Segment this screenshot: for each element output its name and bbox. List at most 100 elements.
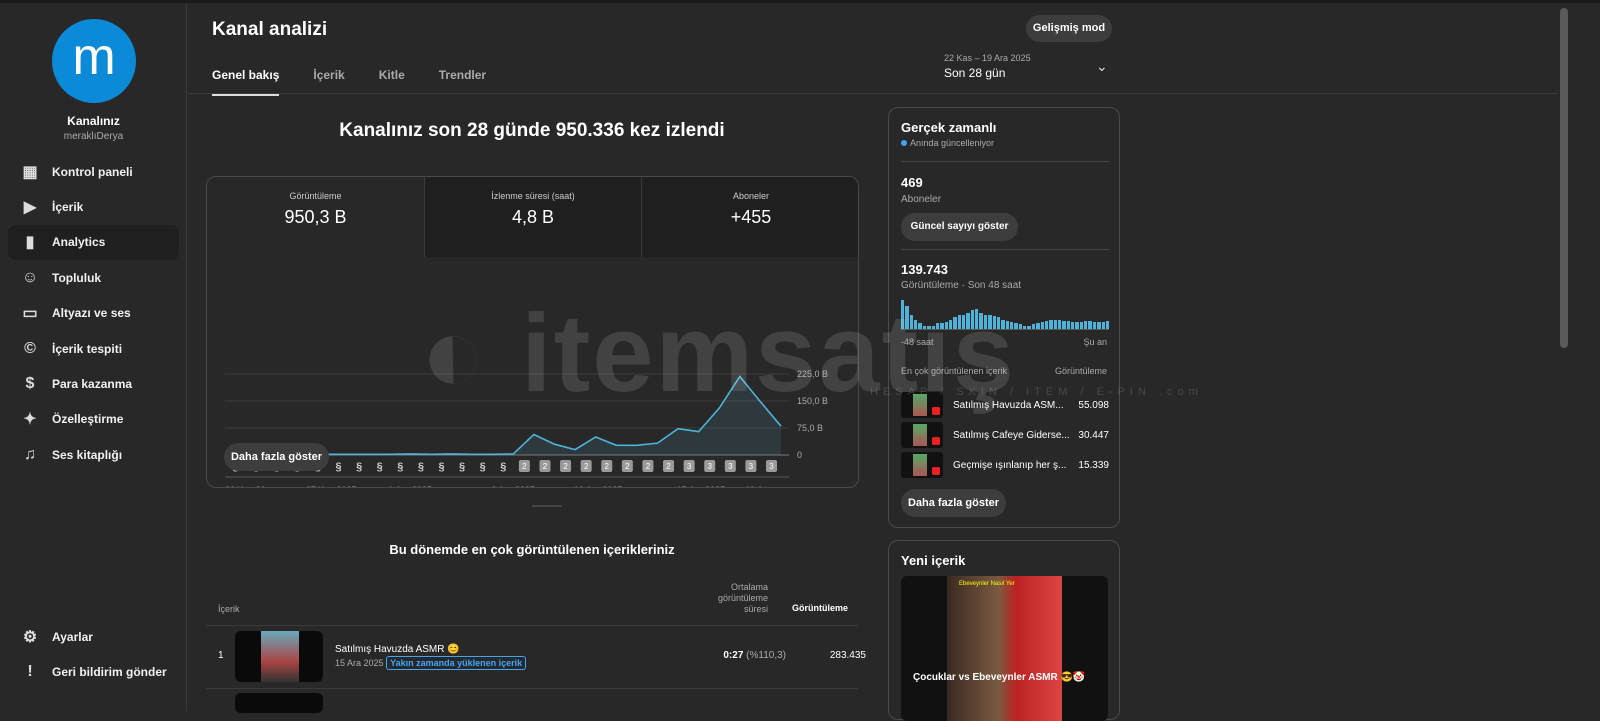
show-more-button[interactable]: Daha fazla göster — [224, 443, 329, 471]
tab-trends[interactable]: Trendler — [439, 68, 486, 96]
divider — [901, 249, 1109, 250]
upload-count-label: 2 — [584, 462, 589, 471]
metric-value: 4,8 B — [425, 207, 641, 228]
top-content-header: En çok görüntülenen içerik — [901, 366, 1007, 376]
sidebar-item-label: İçerik — [52, 200, 83, 214]
advanced-mode-button[interactable]: Gelişmiş mod — [1026, 15, 1112, 42]
x-tick-label: 19 Ara ... — [745, 485, 781, 488]
tab-audience[interactable]: Kitle — [379, 68, 405, 96]
subscriber-label: Aboneler — [901, 194, 941, 205]
realtime-show-more-button[interactable]: Daha fazla göster — [901, 489, 1006, 517]
top-content-item[interactable]: Geçmişe ışınlanıp her ş...15.339 — [901, 452, 1109, 478]
hourly-bar — [945, 322, 948, 329]
divider — [206, 688, 858, 689]
hourly-bar — [1023, 326, 1026, 329]
shorts-marker-icon: § — [356, 461, 362, 473]
sidebar-item-audio-library[interactable]: ♫Ses kitaplığı — [8, 437, 179, 472]
hourly-bar — [932, 326, 935, 329]
video-date: 15 Ara 2025 — [335, 658, 384, 668]
sidebar-item-label: Kontrol paneli — [52, 165, 133, 179]
hourly-bar — [1027, 326, 1030, 329]
upload-count-label: 2 — [563, 462, 568, 471]
hourly-bar — [1067, 321, 1070, 329]
hourly-bar — [971, 310, 974, 329]
row-views: 283.435 — [786, 650, 866, 661]
live-dot-icon — [901, 140, 907, 146]
avatar[interactable]: m — [52, 19, 136, 103]
live-label: Anında güncelleniyor — [910, 138, 994, 148]
hourly-bar — [914, 320, 917, 329]
hourly-bar — [1093, 322, 1096, 329]
shorts-marker-icon: § — [397, 461, 403, 473]
video-thumbnail[interactable] — [235, 631, 323, 682]
sidebar-item-label: Analytics — [52, 235, 105, 249]
shorts-marker-icon: § — [438, 461, 444, 473]
sidebar-item-gear[interactable]: ⚙Ayarlar — [8, 619, 179, 654]
shorts-marker-icon: § — [377, 461, 383, 473]
new-content-card: Yeni içerik Ebeveynler Nasıl Yer Çocukla… — [888, 540, 1120, 720]
hourly-bar — [1010, 322, 1013, 329]
upload-count-label: 3 — [749, 462, 754, 471]
hourly-bar — [1001, 320, 1004, 329]
overview-card: Görüntüleme950,3 B İzlenme süresi (saat)… — [206, 176, 859, 488]
channel-handle: meraklıDerya — [0, 131, 187, 142]
magic-wand-icon: ✦ — [8, 409, 52, 429]
sidebar-item-label: Altyazı ve ses — [52, 306, 131, 320]
sidebar-item-label: Geri bildirim gönder — [52, 665, 167, 679]
hourly-bar — [1019, 324, 1022, 329]
hourly-bar — [1006, 321, 1009, 329]
shorts-icon — [932, 407, 940, 415]
sidebar-item-feedback[interactable]: !Geri bildirim gönder — [8, 654, 179, 689]
tab-overview[interactable]: Genel bakış — [212, 68, 279, 96]
video-thumbnail[interactable] — [235, 693, 323, 713]
hourly-bar — [1075, 322, 1078, 329]
tab-content[interactable]: İçerik — [313, 68, 344, 96]
sidebar-item-dollar[interactable]: $Para kazanma — [8, 366, 179, 401]
chevron-down-icon[interactable]: ⌄ — [1096, 58, 1108, 75]
hourly-bar-chart — [901, 300, 1109, 330]
col-content: İçerik — [218, 604, 240, 614]
hourly-bar — [1036, 323, 1039, 329]
hourly-bar — [923, 326, 926, 329]
video-title[interactable]: Satılmış Havuzda ASMR 😊 — [335, 644, 460, 655]
axis-start-label: -48 saat — [901, 337, 934, 347]
x-tick-label: 27 Kas 2025 — [306, 485, 357, 488]
sidebar-item-analytics[interactable]: ▮Analytics — [8, 225, 179, 260]
top-content-item[interactable]: Satılmış Cafeye Giderse...30.447 — [901, 422, 1109, 448]
date-range[interactable]: 22 Kas – 19 Ara 2025 — [944, 53, 1031, 63]
sidebar-item-community[interactable]: ☺Topluluk — [8, 260, 179, 295]
metric-subscribers[interactable]: Aboneler+455 — [641, 177, 859, 257]
upload-count-label: 2 — [666, 462, 671, 471]
realtime-views: 139.743 — [901, 262, 948, 277]
show-current-count-button[interactable]: Güncel sayıyı göster — [901, 213, 1018, 241]
hourly-bar — [1058, 320, 1061, 329]
divider — [206, 625, 858, 626]
sidebar-item-label: Özelleştirme — [52, 412, 123, 426]
item-views: 15.339 — [1078, 460, 1109, 471]
table-row[interactable]: 1 Satılmış Havuzda ASMR 😊 15 Ara 2025 Ya… — [206, 630, 858, 685]
date-period-select[interactable]: Son 28 gün — [944, 66, 1005, 80]
hourly-bar — [1014, 323, 1017, 329]
upload-count-label: 3 — [687, 462, 692, 471]
top-views-header: Görüntüleme — [1055, 366, 1107, 376]
watermark-subtitle: HESAP / SKIN / ITEM / E-PIN .com — [870, 386, 1203, 398]
hourly-bar — [966, 313, 969, 329]
upload-count-label: 3 — [769, 462, 774, 471]
sidebar-item-copyright[interactable]: ©İçerik tespiti — [8, 331, 179, 366]
sidebar-item-label: Topluluk — [52, 271, 101, 285]
video-thumbnail — [901, 422, 943, 448]
metric-value: 950,3 B — [207, 207, 424, 228]
scrollbar[interactable] — [1560, 8, 1568, 348]
metric-watch-time[interactable]: İzlenme süresi (saat)4,8 B — [424, 177, 641, 257]
shorts-marker-icon: § — [335, 461, 341, 473]
hourly-bar — [1032, 324, 1035, 329]
sidebar-item-subtitles[interactable]: ▭Altyazı ve ses — [8, 296, 179, 331]
sidebar-item-dashboard[interactable]: ▦Kontrol paneli — [8, 154, 179, 189]
item-views: 30.447 — [1078, 430, 1109, 441]
sidebar-item-content[interactable]: ▶İçerik — [8, 189, 179, 224]
new-video-thumbnail[interactable]: Ebeveynler Nasıl Yer Çocuklar vs Ebeveyn… — [901, 576, 1108, 721]
hourly-bar — [905, 306, 908, 329]
sidebar-item-magic-wand[interactable]: ✦Özelleştirme — [8, 402, 179, 437]
metric-views[interactable]: Görüntüleme950,3 B — [207, 177, 424, 257]
col-views[interactable]: Görüntüleme — [788, 603, 848, 613]
